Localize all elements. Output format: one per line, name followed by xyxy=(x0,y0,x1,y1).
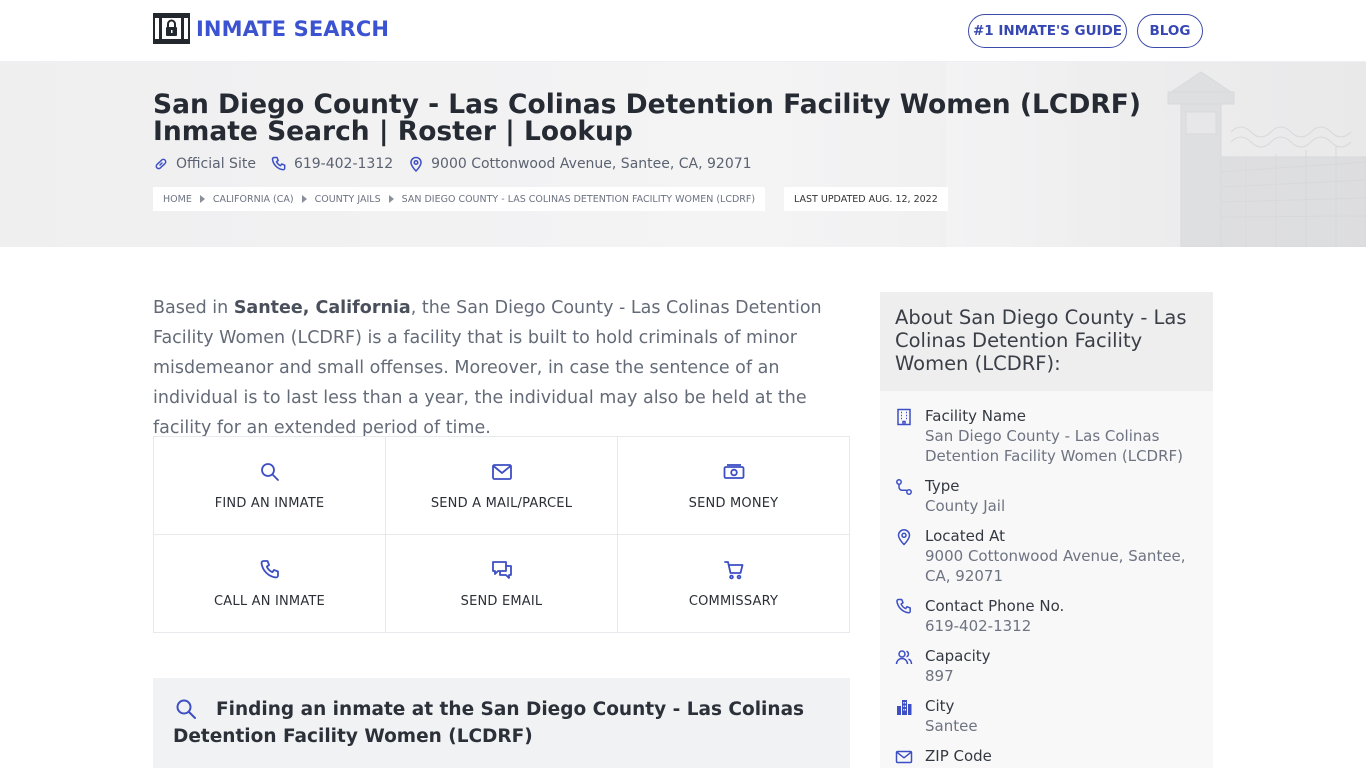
info-value: County Jail xyxy=(925,497,1006,515)
find-inmate-tile[interactable]: FIND AN INMATE xyxy=(154,437,386,535)
info-label: Contact Phone No. xyxy=(925,597,1065,615)
info-located-at: Located At 9000 Cottonwood Avenue, Sante… xyxy=(895,526,1200,586)
call-inmate-tile[interactable]: CALL AN INMATE xyxy=(154,535,386,632)
breadcrumb-state[interactable]: CALIFORNIA (CA) xyxy=(213,194,294,205)
mail-icon xyxy=(491,464,512,480)
info-label: Type xyxy=(925,477,960,495)
hero-banner: San Diego County - Las Colinas Detention… xyxy=(0,62,1366,247)
nav-blog[interactable]: BLOG xyxy=(1137,14,1203,48)
info-label: Facility Name xyxy=(925,407,1026,425)
info-facility-name: Facility Name San Diego County - Las Col… xyxy=(895,406,1200,466)
info-type: Type County Jail xyxy=(895,476,1200,516)
info-zip-code: ZIP Code xyxy=(895,746,1200,766)
finding-inmate-title: Finding an inmate at the San Diego Count… xyxy=(173,699,805,747)
address-text: 9000 Cottonwood Avenue, Santee, CA, 9207… xyxy=(431,156,752,172)
info-contact-phone: Contact Phone No. 619-402-1312 xyxy=(895,596,1200,636)
chat-icon xyxy=(491,561,512,579)
building-icon xyxy=(897,408,911,426)
cart-icon xyxy=(723,561,743,580)
breadcrumb-county-jails[interactable]: COUNTY JAILS xyxy=(315,194,381,205)
phone-link[interactable]: 619-402-1312 xyxy=(294,156,393,172)
phone-icon xyxy=(260,560,279,579)
breadcrumb-caret-icon xyxy=(199,195,205,203)
last-updated-badge: LAST UPDATED AUG. 12, 2022 xyxy=(784,187,948,211)
breadcrumb: HOME CALIFORNIA (CA) COUNTY JAILS SAN DI… xyxy=(153,187,766,211)
send-money-tile[interactable]: SEND MONEY xyxy=(618,437,849,535)
info-label: Located At xyxy=(925,527,1005,545)
info-value: San Diego County - Las Colinas Detention… xyxy=(925,427,1183,465)
nav-inmates-guide[interactable]: #1 INMATE'S GUIDE xyxy=(968,14,1127,48)
top-navbar: INMATE SEARCH #1 INMATE'S GUIDE BLOG xyxy=(0,0,1366,62)
official-site-link[interactable]: Official Site xyxy=(176,156,256,172)
info-value: Santee xyxy=(925,717,978,735)
phone-item[interactable]: 619-402-1312 xyxy=(271,156,393,172)
jail-lock-icon xyxy=(153,13,190,44)
money-icon xyxy=(723,464,744,479)
official-site-item[interactable]: Official Site xyxy=(153,156,256,172)
brand-name: INMATE SEARCH xyxy=(196,16,390,41)
services-grid: FIND AN INMATE SEND A MAIL/PARCEL SEND M… xyxy=(153,436,850,633)
search-icon xyxy=(260,463,279,481)
intro-paragraph: Based in Santee, California, the San Die… xyxy=(153,293,850,443)
intro-location: Santee, California xyxy=(233,298,411,318)
tile-label: CALL AN INMATE xyxy=(214,594,325,609)
intro-text-pre: Based in xyxy=(153,298,234,318)
brand-logo[interactable]: INMATE SEARCH xyxy=(153,13,389,44)
map-pin-icon xyxy=(897,529,911,546)
link-icon xyxy=(155,158,167,170)
info-value: 619-402-1312 xyxy=(925,617,1032,635)
send-mail-tile[interactable]: SEND A MAIL/PARCEL xyxy=(386,437,618,535)
breadcrumb-caret-icon xyxy=(388,195,394,203)
facility-info-sidebar: About San Diego County - Las Colinas Det… xyxy=(880,292,1213,768)
breadcrumb-caret-icon xyxy=(301,195,307,203)
tile-label: SEND MONEY xyxy=(688,496,779,511)
mail-icon xyxy=(895,750,913,764)
info-label: ZIP Code xyxy=(925,747,992,765)
tile-label: SEND EMAIL xyxy=(460,594,543,609)
tile-label: COMMISSARY xyxy=(688,594,779,609)
address-item: 9000 Cottonwood Avenue, Santee, CA, 9207… xyxy=(408,156,752,172)
city-icon xyxy=(897,700,912,715)
breadcrumb-home[interactable]: HOME xyxy=(163,194,192,205)
tile-label: FIND AN INMATE xyxy=(214,496,325,511)
users-icon xyxy=(895,650,913,665)
tile-label: SEND A MAIL/PARCEL xyxy=(430,496,573,511)
info-label: Capacity xyxy=(925,647,991,665)
finding-inmate-section: Finding an inmate at the San Diego Count… xyxy=(153,678,850,768)
map-pin-icon xyxy=(410,156,422,172)
facility-meta: Official Site 619-402-1312 9000 Cottonwo… xyxy=(153,156,767,172)
breadcrumb-current: SAN DIEGO COUNTY - LAS COLINAS DETENTION… xyxy=(401,193,756,205)
route-icon xyxy=(896,479,912,495)
commissary-tile[interactable]: COMMISSARY xyxy=(618,535,849,632)
send-email-tile[interactable]: SEND EMAIL xyxy=(386,535,618,632)
intro-text-post: , the San Diego County - Las Colinas Det… xyxy=(153,298,822,438)
page-title: San Diego County - Las Colinas Detention… xyxy=(153,89,1141,147)
info-city: City Santee xyxy=(895,696,1200,736)
info-label: City xyxy=(925,697,955,715)
sidebar-title: About San Diego County - Las Colinas Det… xyxy=(880,292,1213,391)
info-capacity: Capacity 897 xyxy=(895,646,1200,686)
phone-icon xyxy=(896,598,911,614)
info-value: 9000 Cottonwood Avenue, Santee, CA, 9207… xyxy=(925,547,1186,585)
phone-icon xyxy=(271,156,286,171)
info-value: 897 xyxy=(925,667,954,685)
